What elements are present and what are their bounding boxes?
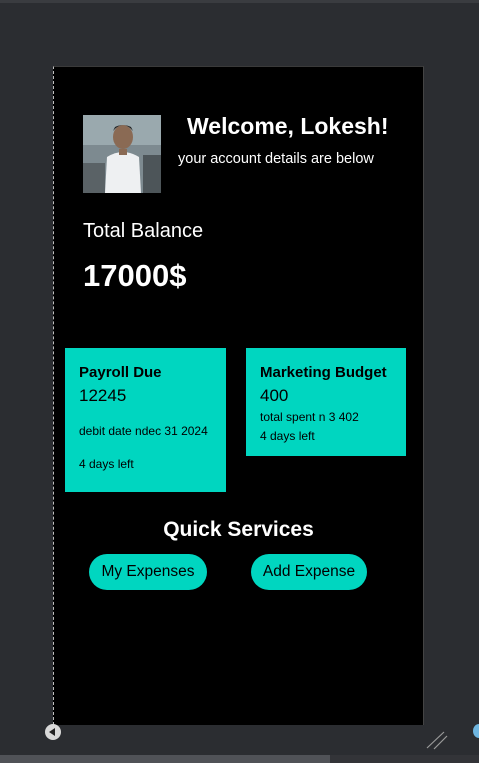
card-title: Marketing Budget <box>260 364 387 381</box>
left-arrow-icon[interactable] <box>45 724 61 740</box>
my-expenses-button[interactable]: My Expenses <box>89 554 207 590</box>
add-expense-button[interactable]: Add Expense <box>251 554 367 590</box>
quick-services-heading: Quick Services <box>163 518 314 541</box>
avatar <box>83 115 161 193</box>
card-title: Payroll Due <box>79 364 162 381</box>
total-balance-value: 17000$ <box>83 258 187 293</box>
payroll-due-card[interactable]: Payroll Due 12245 debit date ndec 31 202… <box>65 348 226 492</box>
circle-icon[interactable] <box>473 724 479 738</box>
marketing-budget-card[interactable]: Marketing Budget 400 total spent n 3 402… <box>246 348 406 456</box>
card-days-left: 4 days left <box>79 457 134 471</box>
card-amount: 400 <box>260 386 289 405</box>
card-amount: 12245 <box>79 386 127 405</box>
profile-photo <box>83 115 161 193</box>
card-days-left: 4 days left <box>260 429 315 443</box>
top-strip <box>0 0 479 3</box>
horizontal-scrollbar-thumb[interactable] <box>0 755 330 763</box>
resize-handle-icon[interactable] <box>424 728 450 752</box>
card-total-spent: total spent n 3 402 <box>260 410 359 424</box>
account-subtitle: your account details are below <box>178 151 374 167</box>
card-debit-date: debit date ndec 31 2024 <box>79 424 208 438</box>
app-screen: Welcome, Lokesh! your account details ar… <box>53 66 424 725</box>
total-balance-label: Total Balance <box>83 220 204 242</box>
welcome-heading: Welcome, Lokesh! <box>187 113 389 139</box>
